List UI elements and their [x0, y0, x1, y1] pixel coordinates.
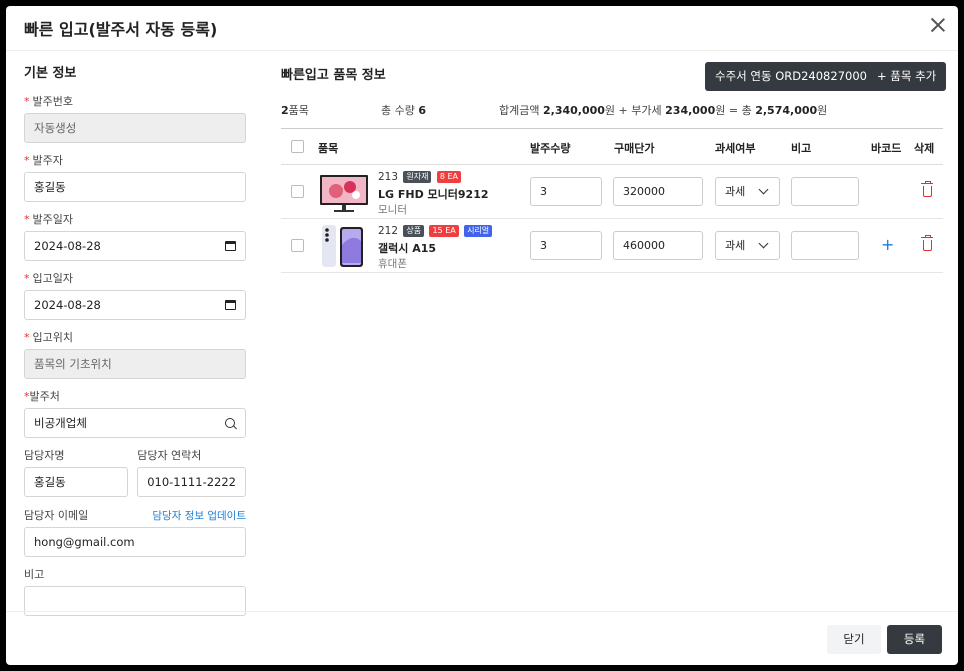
row-checkbox[interactable]	[291, 239, 304, 252]
price-input[interactable]: 460000	[613, 231, 703, 260]
quick-receipt-modal: 빠른 입고(발주서 자동 등록) 기본 정보 * 발주번호 자동생성 * 발주자 홍…	[6, 6, 958, 665]
link-order-button[interactable]: 수주서 연동 ORD2408270001	[705, 62, 885, 91]
location-field: 품목의 기초위치	[24, 349, 246, 379]
col-tax: 과세여부	[715, 142, 756, 155]
table-row: 212 상품 15 EA 시리얼 갤럭시 A15 휴대폰 3 460000 과세…	[281, 219, 943, 273]
item-category: 모니터	[378, 204, 407, 216]
monitor-thumbnail	[320, 175, 368, 212]
search-icon[interactable]	[225, 418, 235, 428]
basic-info-panel: 기본 정보 * 발주번호 자동생성 * 발주자 홍길동 * 발주일자 2024-08-…	[24, 62, 246, 627]
row-note-input[interactable]	[791, 231, 859, 260]
col-qty: 발주수량	[530, 142, 571, 155]
phone-thumbnail	[322, 225, 363, 267]
add-item-button[interactable]: + 품목 추가	[867, 62, 947, 91]
note-label: 비고	[24, 568, 45, 581]
item-code: 212 상품 15 EA 시리얼	[378, 225, 493, 237]
contact-name-field[interactable]: 홍길동	[24, 467, 129, 497]
select-all-checkbox[interactable]	[291, 140, 304, 153]
modal-header: 빠른 입고(발주서 자동 등록)	[6, 6, 958, 51]
table-row: 213 원자재 8 EA LG FHD 모니터9212 모니터 3 320000…	[281, 165, 943, 219]
items-table: 품목 발주수량 구매단가 과세여부 비고 바코드 삭제 213 원자재 8 EA…	[281, 128, 943, 273]
contact-phone-field[interactable]: 010-1111-2222	[137, 467, 246, 497]
update-contact-link[interactable]: 담당자 정보 업데이트	[152, 508, 246, 523]
trash-icon[interactable]	[921, 181, 933, 197]
location-label: * 입고위치	[24, 331, 73, 344]
stock-badge: 15 EA	[429, 225, 459, 237]
stock-badge: 8 EA	[436, 171, 461, 183]
contact-phone-label: 담당자 연락처	[137, 449, 202, 462]
modal-footer: 닫기 등록	[6, 611, 958, 665]
qty-input[interactable]: 3	[530, 177, 602, 206]
table-header: 품목 발주수량 구매단가 과세여부 비고 바코드 삭제	[281, 129, 943, 165]
register-button[interactable]: 등록	[887, 625, 942, 654]
contact-email-label: 담당자 이메일	[24, 508, 89, 522]
add-barcode-icon[interactable]: +	[881, 237, 894, 253]
qty-input[interactable]: 3	[530, 231, 602, 260]
item-name: 갤럭시 A15	[378, 242, 437, 255]
order-no-field: 자동생성	[24, 113, 246, 143]
item-category: 휴대폰	[378, 258, 407, 270]
modal-title: 빠른 입고(발주서 자동 등록)	[24, 20, 218, 39]
receipt-date-field[interactable]: 2024-08-28	[24, 290, 246, 320]
row-note-input[interactable]	[791, 177, 859, 206]
type-badge: 상품	[403, 225, 425, 237]
calendar-icon[interactable]	[225, 300, 236, 310]
basic-info-title: 기본 정보	[24, 66, 77, 81]
col-note: 비고	[791, 142, 812, 155]
col-delete: 삭제	[914, 142, 935, 155]
order-date-field[interactable]: 2024-08-28	[24, 231, 246, 261]
trash-icon[interactable]	[921, 235, 933, 251]
contact-name-label: 담당자명	[24, 449, 65, 462]
calendar-icon[interactable]	[225, 241, 236, 251]
receipt-date-label: * 입고일자	[24, 272, 73, 285]
orderer-label: * 발주자	[24, 154, 63, 167]
item-name: LG FHD 모니터9212	[378, 188, 489, 201]
orderer-field[interactable]: 홍길동	[24, 172, 246, 202]
type-badge: 원자재	[403, 171, 432, 183]
order-no-label: * 발주번호	[24, 95, 73, 108]
items-summary: 2품목 총 수량 6 합계금액 2,340,000원 + 부가세 234,000…	[281, 104, 828, 117]
close-button[interactable]: 닫기	[827, 625, 881, 654]
col-price: 구매단가	[614, 142, 655, 155]
col-barcode: 바코드	[871, 142, 902, 155]
row-checkbox[interactable]	[291, 185, 304, 198]
contact-email-field[interactable]: hong@gmail.com	[24, 527, 246, 557]
serial-badge: 시리얼	[464, 225, 493, 237]
tax-select[interactable]: 과세	[715, 177, 780, 206]
tax-select[interactable]: 과세	[715, 231, 780, 260]
items-title: 빠른입고 품목 정보	[281, 68, 386, 83]
chevron-down-icon	[758, 238, 769, 249]
item-code: 213 원자재 8 EA	[378, 171, 461, 183]
chevron-down-icon	[758, 184, 769, 195]
close-icon[interactable]	[930, 17, 946, 33]
price-input[interactable]: 320000	[613, 177, 703, 206]
supplier-label: *발주처	[24, 390, 60, 403]
col-item: 품목	[318, 142, 339, 155]
supplier-field[interactable]: 비공개업체	[24, 408, 246, 438]
order-date-label: * 발주일자	[24, 213, 73, 226]
